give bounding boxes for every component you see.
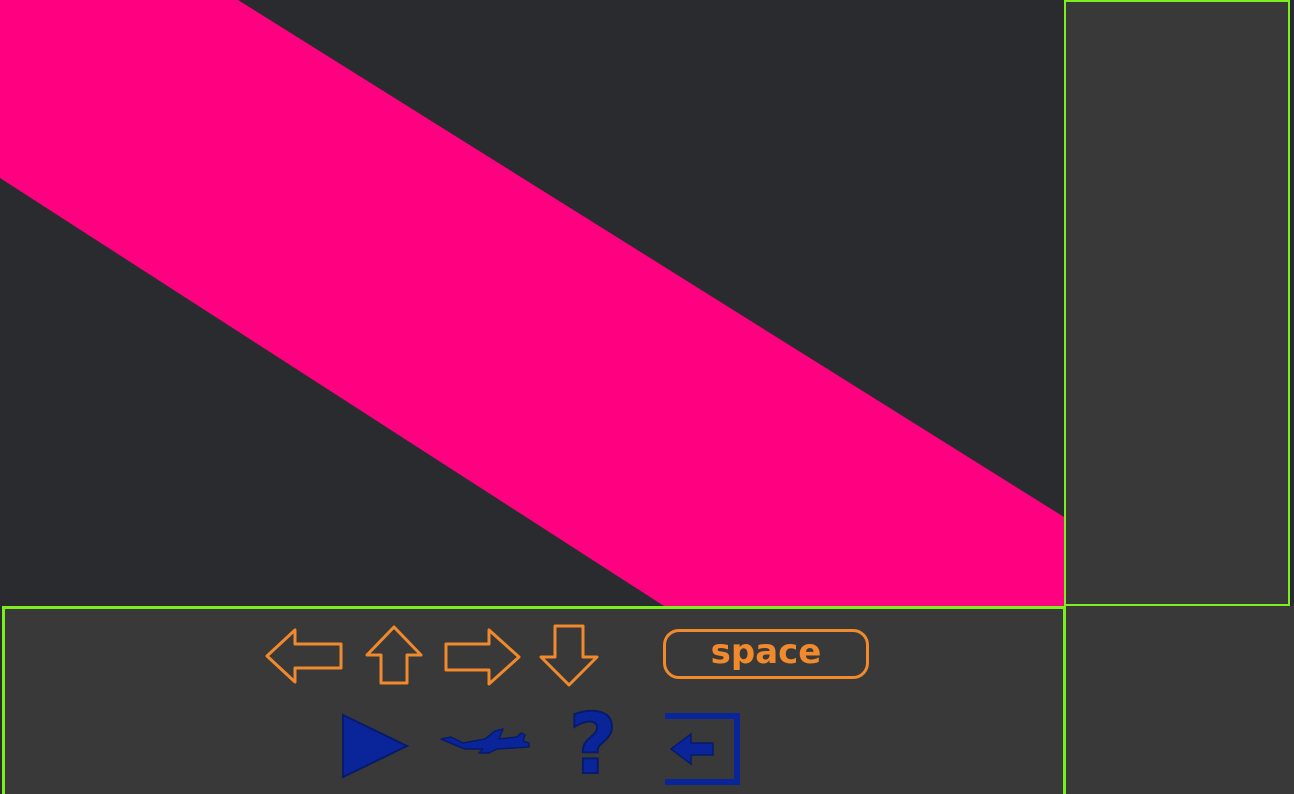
space-key[interactable]: space — [663, 629, 869, 679]
left-arrow-key-icon[interactable] — [265, 627, 345, 685]
pink-road-band — [0, 0, 1064, 606]
space-key-label: space — [710, 632, 822, 672]
play-icon[interactable] — [340, 713, 410, 779]
down-arrow-key-icon[interactable] — [537, 623, 601, 689]
up-arrow-key-icon[interactable] — [363, 625, 425, 687]
corner-panel — [1066, 606, 1294, 794]
right-arrow-key-icon[interactable] — [443, 627, 523, 687]
game-playfield[interactable] — [0, 0, 1064, 606]
airplane-icon[interactable] — [437, 719, 533, 759]
help-icon-glyph: ? — [569, 701, 618, 781]
controls-panel: space ? — [2, 606, 1066, 794]
side-panel — [1064, 0, 1290, 606]
exit-icon[interactable] — [661, 712, 745, 786]
help-icon[interactable]: ? — [558, 701, 628, 781]
playfield-canvas — [0, 0, 1064, 606]
